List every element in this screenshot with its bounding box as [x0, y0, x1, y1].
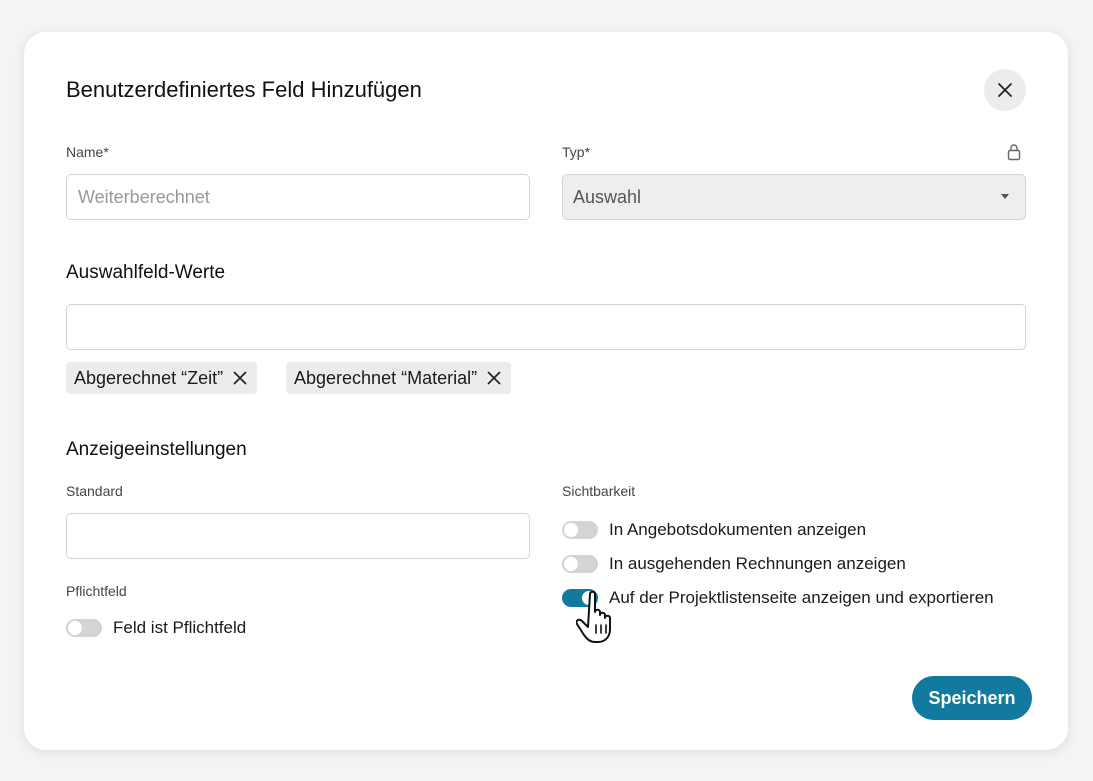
- hand-cursor-icon: [576, 590, 611, 643]
- quote-documents-toggle[interactable]: [562, 521, 598, 539]
- default-input[interactable]: [66, 513, 530, 559]
- toggle-knob: [564, 557, 578, 571]
- option-chip-label: Abgerechnet “Zeit”: [74, 367, 224, 388]
- close-icon: [998, 83, 1012, 97]
- option-chip: Abgerechnet “Zeit”: [66, 362, 258, 394]
- required-label: Pflichtfeld: [66, 583, 127, 599]
- option-chip-label: Abgerechnet “Material”: [294, 367, 478, 388]
- dialog-title: Benutzerdefiniertes Feld Hinzufügen: [66, 77, 422, 102]
- outgoing-invoices-toggle[interactable]: [562, 555, 598, 573]
- options-section-title: Auswahlfeld-Werte: [66, 262, 226, 283]
- toggle-knob: [68, 621, 82, 635]
- name-input[interactable]: [66, 174, 530, 220]
- visibility-toggle-row: In Angebotsdokumenten anzeigen: [562, 520, 866, 540]
- required-toggle-label: Feld ist Pflichtfeld: [113, 618, 247, 637]
- type-select-value: Auswahl: [573, 186, 642, 207]
- close-button[interactable]: [984, 69, 1026, 111]
- visibility-toggle-label: Auf der Projektlistenseite anzeigen und …: [609, 588, 994, 607]
- default-label: Standard: [66, 483, 123, 499]
- required-toggle[interactable]: [66, 619, 102, 637]
- close-icon: [233, 371, 247, 385]
- visibility-label: Sichtbarkeit: [562, 483, 636, 499]
- visibility-toggle-label: In Angebotsdokumenten anzeigen: [609, 520, 867, 539]
- required-toggle-row: Feld ist Pflichtfeld: [66, 618, 246, 638]
- remove-chip-button[interactable]: [233, 371, 247, 385]
- visibility-toggle-row: In ausgehenden Rechnungen anzeigen: [562, 554, 906, 574]
- remove-chip-button[interactable]: [487, 371, 501, 385]
- name-label: Name*: [66, 144, 109, 160]
- option-chip: Abgerechnet “Material”: [286, 362, 512, 394]
- display-section-title: Anzeigeeinstellungen: [66, 439, 247, 460]
- caret-down-icon: [1001, 194, 1009, 199]
- lock-icon: [1007, 144, 1021, 161]
- save-button[interactable]: Speichern: [912, 676, 1032, 720]
- options-input[interactable]: [66, 304, 1026, 350]
- close-icon: [487, 371, 501, 385]
- custom-field-dialog: Benutzerdefiniertes Feld Hinzufügen Name…: [24, 32, 1068, 750]
- toggle-knob: [564, 523, 578, 537]
- type-label: Typ*: [562, 144, 591, 160]
- type-select[interactable]: Auswahl: [562, 174, 1026, 220]
- visibility-toggle-label: In ausgehenden Rechnungen anzeigen: [609, 554, 906, 573]
- visibility-toggle-row: Auf der Projektlistenseite anzeigen und …: [562, 588, 994, 608]
